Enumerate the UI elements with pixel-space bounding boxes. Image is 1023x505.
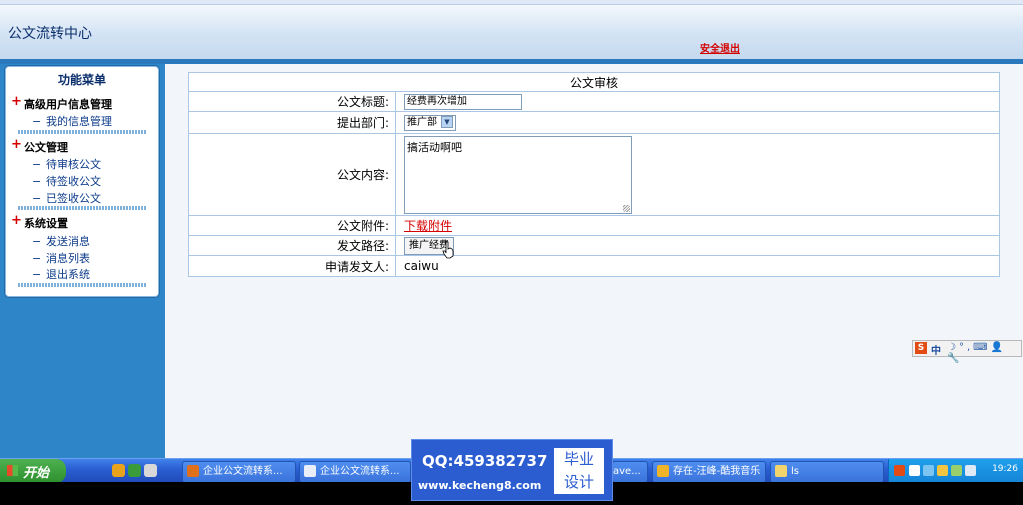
download-attachment-link[interactable]: 下载附件: [404, 219, 452, 233]
doc-title-input[interactable]: 经费再次增加: [404, 93, 522, 110]
hand-cursor-icon: [442, 241, 454, 259]
menu-group-doc-management[interactable]: + 公文管理: [11, 137, 68, 155]
logout-link[interactable]: 安全退出: [700, 40, 740, 55]
app-title: 公文流转中心: [8, 26, 92, 42]
menu-title: 功能菜单: [57, 73, 106, 87]
quicklaunch-icon[interactable]: [112, 464, 125, 477]
review-form: 公文审核 公文标题: 经费再次增加 提出部门: 推广部 ▼ 公文内容: 搞活动啊吧…: [188, 72, 1000, 277]
taskbar-button-folder[interactable]: ls: [770, 461, 884, 483]
applicant-value: caiwu: [395, 255, 1000, 277]
form-title: 公文审核: [188, 72, 1000, 92]
menu-group-system-settings[interactable]: + 系统设置: [11, 213, 68, 231]
expand-plus-icon: +: [11, 213, 22, 228]
sogou-logo-icon: S: [915, 342, 927, 354]
sidebar-item-exit-system[interactable]: − 退出系统: [32, 266, 90, 282]
dash-icon: −: [32, 175, 42, 188]
tray-icon[interactable]: [951, 465, 962, 476]
dash-icon: −: [32, 252, 42, 265]
menu-group-label: 系统设置: [24, 217, 68, 230]
watermark-url: www.kecheng8.com: [418, 479, 542, 492]
taskbar-button-word[interactable]: 企业公文流转系...: [299, 461, 411, 483]
route-label: 发文路径:: [188, 235, 396, 256]
watermark-qq: QQ:459382737: [422, 452, 548, 470]
sidebar-item-received[interactable]: − 已签收公文: [32, 190, 101, 206]
start-button[interactable]: 开始: [0, 459, 66, 483]
dash-icon: −: [32, 235, 42, 248]
taskbar-button-firefox[interactable]: 企业公文流转系...: [182, 461, 296, 483]
dash-icon: −: [32, 192, 42, 205]
firefox-icon: [187, 465, 199, 477]
system-tray: 19:26: [888, 459, 1023, 483]
sidebar-item-message-list[interactable]: − 消息列表: [32, 250, 90, 266]
network-icon[interactable]: [923, 465, 934, 476]
music-player-icon: [657, 465, 669, 477]
sidebar: 功能菜单 + 高级用户信息管理 − 我的信息管理 + 公文管理 − 待审核公文 − 待…: [0, 64, 165, 458]
ime-toolbar[interactable]: S 中 ☽°,⌨👤🔧: [912, 340, 1022, 364]
taskbar-button-music[interactable]: 存在-汪峰-酷我音乐: [652, 461, 766, 483]
tray-icon[interactable]: [937, 465, 948, 476]
department-label: 提出部门:: [188, 111, 396, 134]
content-label: 公文内容:: [188, 133, 396, 216]
sidebar-item-pending-review[interactable]: − 待审核公文: [32, 156, 101, 172]
header: 公文流转中心 安全退出: [0, 5, 1023, 60]
dash-icon: −: [32, 268, 42, 281]
watermark-badge: 毕业 设计: [554, 448, 604, 494]
content-textarea[interactable]: 搞活动啊吧: [404, 135, 632, 214]
ime-tool-icons[interactable]: ☽°,⌨👤🔧: [947, 342, 1021, 364]
windows-logo-icon: [7, 465, 18, 476]
sidebar-item-my-info[interactable]: − 我的信息管理: [32, 113, 112, 129]
menu-box: 功能菜单 + 高级用户信息管理 − 我的信息管理 + 公文管理 − 待审核公文 − 待…: [5, 66, 159, 297]
doc-title-label: 公文标题:: [188, 91, 396, 112]
attachment-label: 公文附件:: [188, 215, 396, 236]
menu-group-user-admin[interactable]: + 高级用户信息管理: [11, 94, 112, 112]
resize-grip-icon[interactable]: [623, 204, 630, 212]
quicklaunch-icon[interactable]: [144, 464, 157, 477]
menu-divider: [18, 130, 146, 134]
sidebar-item-pending-receipt[interactable]: − 待签收公文: [32, 173, 101, 189]
dash-icon: −: [32, 115, 42, 128]
clock: 19:26: [992, 464, 1018, 474]
volume-icon[interactable]: [965, 465, 976, 476]
applicant-label: 申请发文人:: [188, 255, 396, 277]
menu-group-label: 公文管理: [24, 141, 68, 154]
watermark-banner: QQ:459382737 www.kecheng8.com 毕业 设计: [411, 439, 613, 501]
document-icon: [304, 465, 316, 477]
expand-plus-icon: +: [11, 137, 22, 152]
chevron-down-icon: ▼: [441, 116, 453, 128]
menu-divider: [18, 283, 146, 287]
dash-icon: −: [32, 158, 42, 171]
ime-mode-label[interactable]: 中: [931, 342, 941, 357]
taskbar-button-save[interactable]: ave...: [612, 461, 648, 483]
menu-group-label: 高级用户信息管理: [24, 98, 112, 111]
quicklaunch-icon[interactable]: [128, 464, 141, 477]
expand-plus-icon: +: [11, 94, 22, 109]
menu-divider: [18, 206, 146, 210]
sogou-tray-icon[interactable]: [894, 465, 905, 476]
tray-icon[interactable]: [909, 465, 920, 476]
sidebar-item-send-message[interactable]: − 发送消息: [32, 233, 90, 249]
department-select[interactable]: 推广部 ▼: [404, 115, 456, 131]
folder-icon: [775, 465, 787, 477]
